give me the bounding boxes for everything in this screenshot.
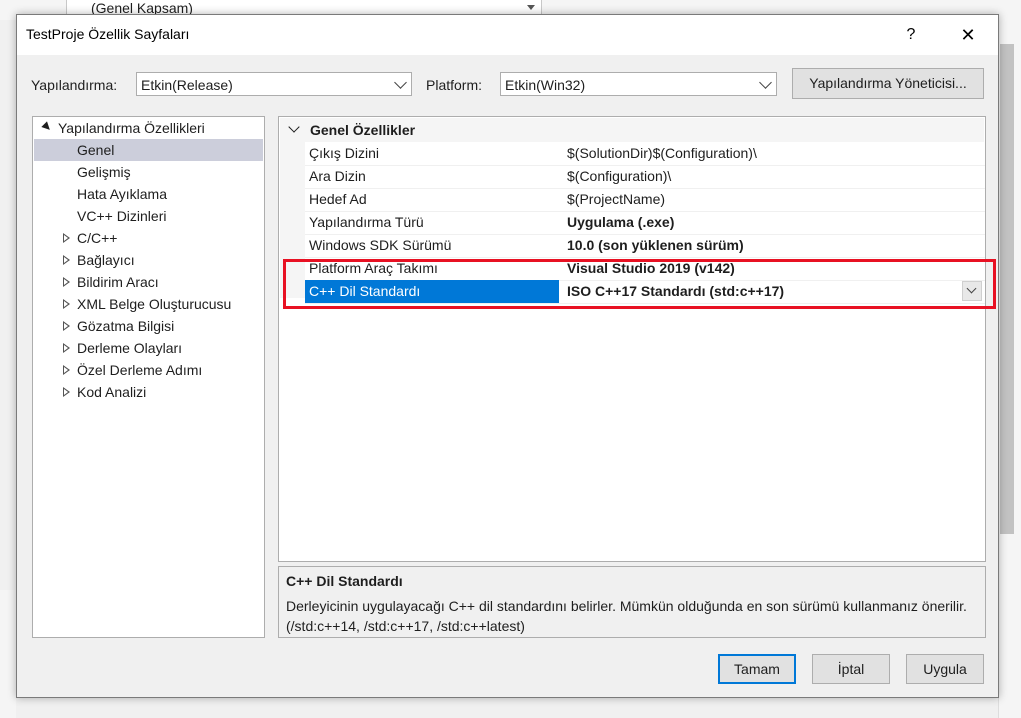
platform-label: Platform: bbox=[426, 77, 483, 93]
close-button[interactable]: ✕ bbox=[954, 23, 982, 47]
tree-item-ozel-derleme[interactable]: Özel Derleme Adımı bbox=[34, 359, 263, 381]
tree-item-xml-belge[interactable]: XML Belge Oluşturucusu bbox=[34, 293, 263, 315]
property-value: $(Configuration)\ bbox=[567, 168, 672, 184]
ok-button[interactable]: Tamam bbox=[718, 654, 796, 684]
category-title: Genel Özellikler bbox=[310, 122, 416, 138]
dialog-title: TestProje Özellik Sayfaları bbox=[26, 26, 190, 42]
config-combo[interactable]: Etkin(Release) bbox=[136, 72, 412, 96]
property-name: Çıkış Dizini bbox=[309, 145, 380, 161]
property-grid: Genel Özellikler Çıkış Dizini $(Solution… bbox=[278, 116, 986, 562]
tree-item-kod-analizi[interactable]: Kod Analizi bbox=[34, 381, 263, 403]
property-name: Ara Dizin bbox=[309, 168, 366, 184]
tree-item-label: Kod Analizi bbox=[77, 384, 147, 400]
help-button[interactable]: ? bbox=[897, 23, 925, 47]
property-name: Hedef Ad bbox=[309, 191, 367, 207]
chevron-down-icon bbox=[394, 76, 407, 89]
expand-triangle-icon[interactable] bbox=[63, 365, 70, 375]
config-label: Yapılandırma: bbox=[31, 77, 118, 93]
platform-combo[interactable]: Etkin(Win32) bbox=[500, 72, 777, 96]
expand-triangle-icon[interactable] bbox=[63, 299, 70, 309]
tree-item-label: Bağlayıcı bbox=[77, 252, 135, 268]
description-title: C++ Dil Standardı bbox=[286, 573, 403, 589]
property-name: Yapılandırma Türü bbox=[309, 214, 424, 230]
tree-item-bildirim-araci[interactable]: Bildirim Aracı bbox=[34, 271, 263, 293]
property-row[interactable]: Çıkış Dizini $(SolutionDir)$(Configurati… bbox=[305, 142, 985, 166]
tree-item-label: VC++ Dizinleri bbox=[77, 208, 167, 224]
tree-item-label: Genel bbox=[77, 142, 115, 158]
cancel-button[interactable]: İptal bbox=[812, 654, 890, 684]
ide-bottom-strip bbox=[0, 590, 16, 718]
tree-item-baglayici[interactable]: Bağlayıcı bbox=[34, 249, 263, 271]
category-tree: Yapılandırma Özellikleri Genel Gelişmiş … bbox=[32, 116, 265, 638]
tree-item-derleme-olaylari[interactable]: Derleme Olayları bbox=[34, 337, 263, 359]
expand-triangle-icon[interactable] bbox=[63, 255, 70, 265]
tree-item-label: Gözatma Bilgisi bbox=[77, 318, 175, 334]
tree-item-label: Gelişmiş bbox=[77, 164, 131, 180]
highlight-box bbox=[283, 259, 996, 309]
description-text: Derleyicinin uygulayacağı C++ dil standa… bbox=[286, 598, 967, 634]
tree-item-label: Özel Derleme Adımı bbox=[77, 362, 203, 378]
property-row[interactable]: Hedef Ad $(ProjectName) bbox=[305, 188, 985, 212]
expand-triangle-icon[interactable] bbox=[63, 233, 70, 243]
tree-root[interactable]: Yapılandırma Özellikleri bbox=[34, 117, 263, 139]
apply-button[interactable]: Uygula bbox=[906, 654, 984, 684]
tree-item-genel[interactable]: Genel bbox=[34, 139, 263, 161]
expanded-triangle-icon[interactable] bbox=[41, 121, 53, 133]
expand-triangle-icon[interactable] bbox=[63, 387, 70, 397]
config-combo-value: Etkin(Release) bbox=[141, 77, 233, 93]
tree-item-c-cpp[interactable]: C/C++ bbox=[34, 227, 263, 249]
property-value: $(ProjectName) bbox=[567, 191, 666, 207]
property-name: Windows SDK Sürümü bbox=[309, 237, 452, 253]
title-bar: TestProje Özellik Sayfaları ? ✕ bbox=[17, 15, 998, 55]
config-manager-button[interactable]: Yapılandırma Yöneticisi... bbox=[792, 68, 984, 99]
tree-item-gelismis[interactable]: Gelişmiş bbox=[34, 161, 263, 183]
chevron-down-icon[interactable] bbox=[288, 121, 300, 133]
expand-triangle-icon[interactable] bbox=[63, 321, 70, 331]
tree-item-label: XML Belge Oluşturucusu bbox=[77, 296, 232, 312]
chevron-down-icon bbox=[527, 5, 535, 10]
tree-item-vc-dizinleri[interactable]: VC++ Dizinleri bbox=[34, 205, 263, 227]
chevron-down-icon bbox=[759, 76, 772, 89]
expand-triangle-icon[interactable] bbox=[63, 343, 70, 353]
property-value: $(SolutionDir)$(Configuration)\ bbox=[567, 145, 757, 161]
property-value: Uygulama (.exe) bbox=[567, 214, 675, 230]
platform-combo-value: Etkin(Win32) bbox=[505, 77, 586, 93]
tree-item-hata-ayiklama[interactable]: Hata Ayıklama bbox=[34, 183, 263, 205]
tree-item-label: C/C++ bbox=[77, 230, 118, 246]
tree-root-label: Yapılandırma Özellikleri bbox=[58, 120, 205, 136]
ide-scrollbar[interactable] bbox=[1000, 44, 1014, 534]
property-row[interactable]: Yapılandırma Türü Uygulama (.exe) bbox=[305, 211, 985, 235]
tree-item-label: Bildirim Aracı bbox=[77, 274, 159, 290]
property-row[interactable]: Ara Dizin $(Configuration)\ bbox=[305, 165, 985, 189]
property-row[interactable]: Windows SDK Sürümü 10.0 (son yüklenen sü… bbox=[305, 234, 985, 258]
tree-item-label: Derleme Olayları bbox=[77, 340, 183, 356]
property-value: 10.0 (son yüklenen sürüm) bbox=[567, 237, 744, 253]
tree-item-label: Hata Ayıklama bbox=[77, 186, 168, 202]
property-pages-dialog: TestProje Özellik Sayfaları ? ✕ Yapıland… bbox=[16, 14, 999, 698]
description-panel: C++ Dil Standardı Derleyicinin uygulayac… bbox=[278, 566, 986, 638]
expand-triangle-icon[interactable] bbox=[63, 277, 70, 287]
tree-item-gozatma[interactable]: Gözatma Bilgisi bbox=[34, 315, 263, 337]
category-header[interactable]: Genel Özellikler bbox=[280, 118, 984, 142]
